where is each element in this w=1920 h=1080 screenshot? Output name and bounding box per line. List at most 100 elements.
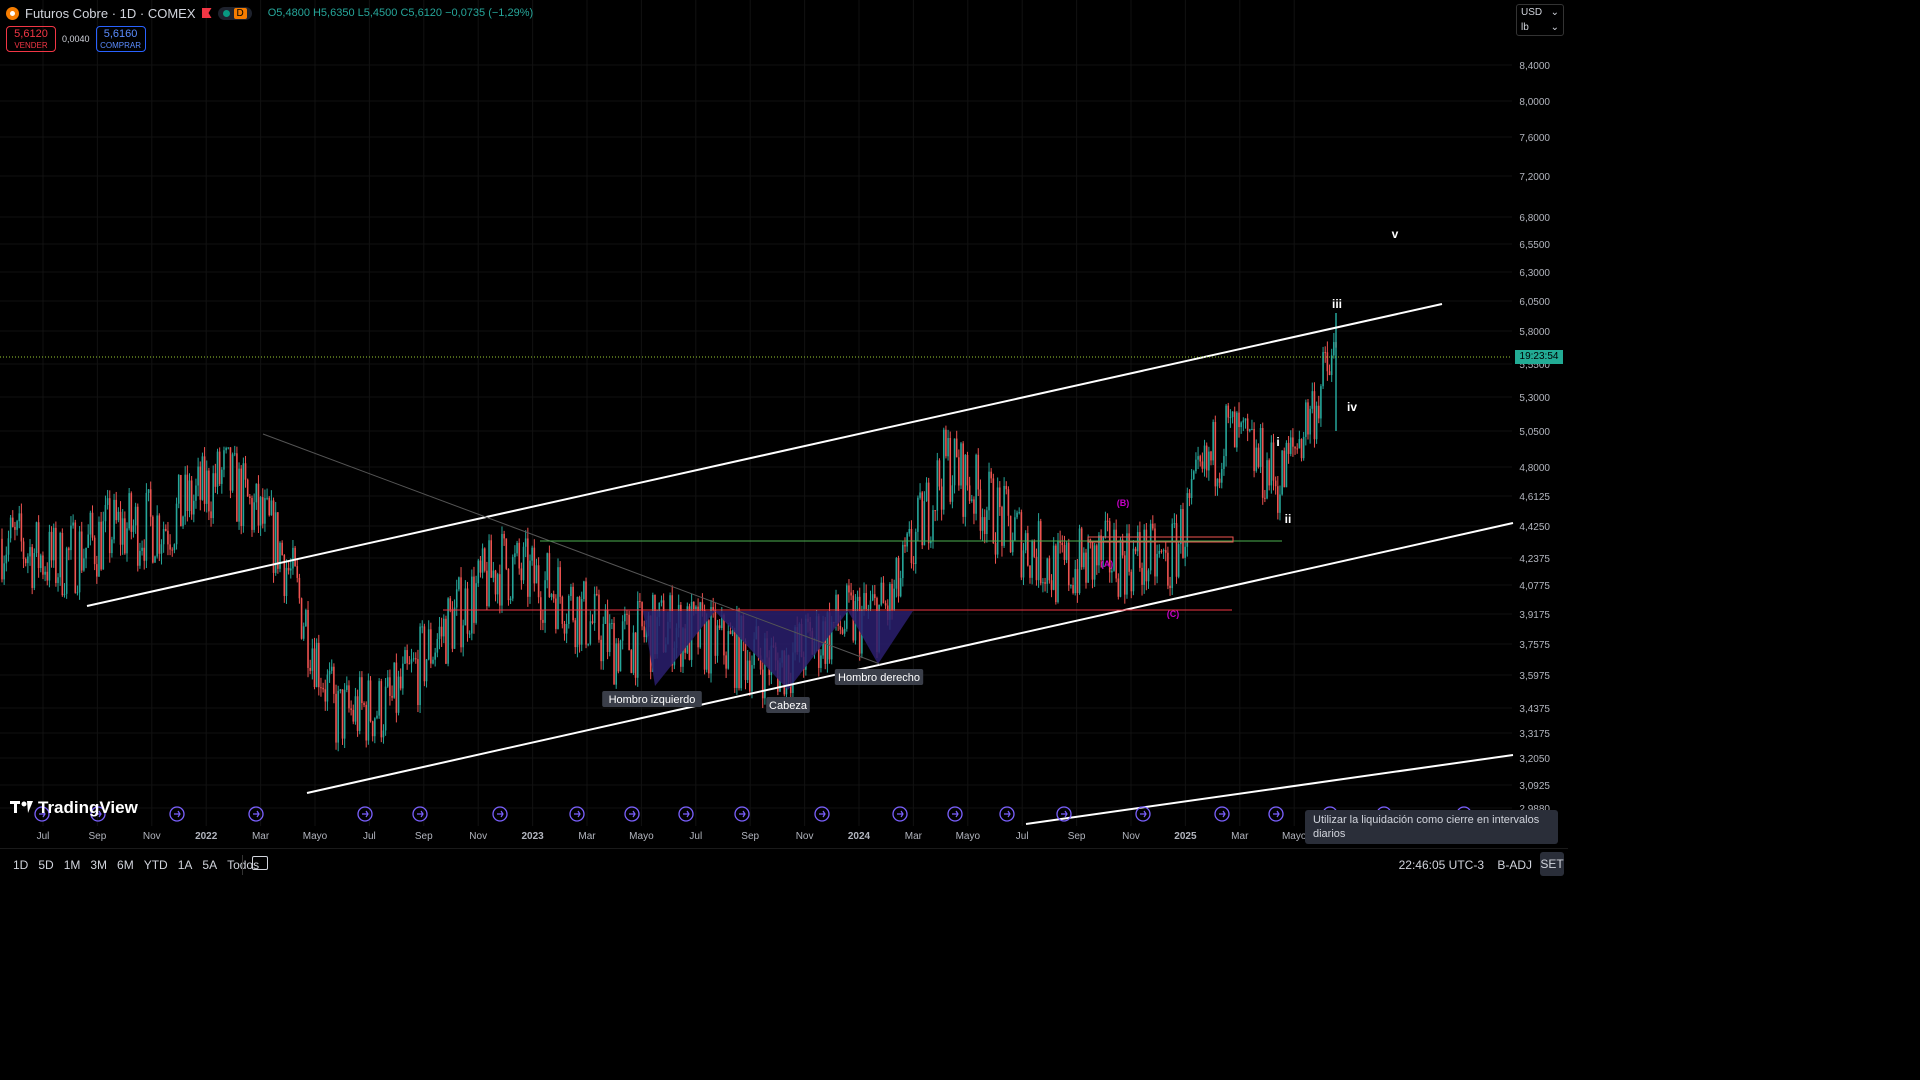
candle-body [1180, 509, 1182, 545]
candle-body [904, 544, 906, 547]
candle-body [660, 600, 663, 603]
candle-body [227, 447, 230, 449]
candle-body [402, 663, 404, 689]
candle-body [68, 548, 70, 551]
candle-body [1300, 439, 1303, 459]
currency-code: USD [1521, 7, 1543, 18]
candle-body [1126, 533, 1128, 595]
candle-body [119, 511, 122, 545]
candle-body [988, 471, 990, 511]
wave-b-label: (B) [1117, 498, 1130, 508]
candle-body [154, 556, 156, 563]
candle-body [1005, 485, 1008, 490]
candle-body [714, 609, 717, 656]
tf-1m[interactable]: 1M [59, 858, 86, 872]
tf-ytd[interactable]: YTD [139, 858, 173, 872]
candle-body [1095, 545, 1098, 566]
candle-body [1167, 552, 1169, 586]
price-chart[interactable]: 8,4000 8,0000 7,6000 7,2000 6,8000 6,5500 6,30… [0, 0, 1568, 848]
candle-body [529, 560, 531, 597]
candle-body [130, 493, 133, 532]
candle-body [1272, 442, 1275, 481]
candle-body [733, 630, 736, 688]
price-tick-label: 5,8000 [1519, 327, 1550, 338]
candle-body [589, 621, 592, 644]
candle-body [643, 626, 646, 638]
candle-body [483, 548, 486, 571]
tv-logo-dot [21, 801, 27, 807]
sell-button[interactable]: 5,6120 VENDER [6, 26, 56, 52]
candle-body [1184, 546, 1186, 558]
time-tick-label: Nov [143, 831, 161, 842]
candle-body [492, 570, 495, 578]
candle-body [917, 497, 919, 532]
candle-body [1164, 550, 1167, 553]
candle-body [1039, 521, 1042, 584]
candle-body [322, 687, 324, 690]
market-status[interactable]: D [217, 6, 252, 20]
candle-body [749, 660, 751, 692]
candle-body [111, 539, 113, 554]
currency-code-row[interactable]: USD ⌄ [1517, 5, 1563, 20]
candle-body [261, 497, 264, 524]
candle-body [106, 498, 109, 505]
candle-body [574, 620, 577, 648]
settlement-toggle[interactable]: SET [1540, 852, 1564, 876]
candle-body [253, 502, 255, 530]
candle-body [52, 527, 55, 561]
buy-button[interactable]: 5,6160 COMPRAR [95, 26, 146, 52]
candle-body [442, 618, 445, 637]
candle-body [414, 658, 417, 660]
candle-body [197, 466, 199, 486]
event-arrow-icon [174, 810, 181, 818]
candle-body [408, 663, 411, 665]
time-tick-label: Mayo [1282, 831, 1307, 842]
candle-body [923, 501, 926, 546]
tf-3m[interactable]: 3M [85, 858, 112, 872]
candle-body [1175, 523, 1178, 577]
tf-6m[interactable]: 6M [112, 858, 139, 872]
clock[interactable]: 22:46:05 UTC-3 [1399, 858, 1484, 872]
candle-body [225, 447, 227, 451]
candle-body [113, 499, 115, 540]
candle-body [27, 556, 29, 564]
currency-unit-row[interactable]: lb ⌄ [1517, 20, 1563, 35]
candle-body [1264, 497, 1266, 499]
adjustment-toggle[interactable]: B-ADJ [1497, 858, 1532, 872]
candle-body [1173, 523, 1176, 525]
tf-5a[interactable]: 5A [197, 858, 222, 872]
symbol-title[interactable]: Futuros Cobre · 1D · COMEX [25, 6, 196, 21]
currency-selector[interactable]: USD ⌄ lb ⌄ [1516, 4, 1564, 36]
candle-body [602, 623, 605, 662]
candle-body [576, 596, 579, 648]
candle-body [399, 676, 402, 689]
tf-1d[interactable]: 1D [8, 858, 33, 872]
candle-body [572, 586, 574, 621]
candle-body [460, 577, 462, 648]
candle-body [1093, 545, 1096, 580]
candle-body [925, 482, 928, 502]
time-tick-label: Mayo [629, 831, 654, 842]
price-tick-label: 4,8000 [1519, 463, 1550, 474]
candle-body [1104, 520, 1107, 537]
candle-body [499, 574, 501, 606]
candle-body [514, 553, 516, 558]
candle-body [990, 471, 992, 479]
candle-body [300, 598, 303, 639]
candle-body [382, 730, 385, 738]
time-tick-label: Mar [905, 831, 923, 842]
candle-body [559, 567, 561, 597]
candle-body [580, 599, 583, 645]
tradingview-wordmark: TradingView [38, 798, 139, 817]
candle-body [843, 628, 846, 634]
time-tick-label: 2023 [521, 831, 544, 842]
tf-1a[interactable]: 1A [173, 858, 198, 872]
candle-body [361, 677, 363, 704]
flag-icon[interactable] [201, 8, 212, 18]
calendar-icon[interactable] [252, 856, 268, 870]
tf-5d[interactable]: 5D [33, 858, 58, 872]
wave-c-label: (C) [1167, 609, 1180, 619]
candle-body [212, 473, 214, 519]
candle-body [563, 623, 566, 634]
candle-body [503, 533, 505, 539]
